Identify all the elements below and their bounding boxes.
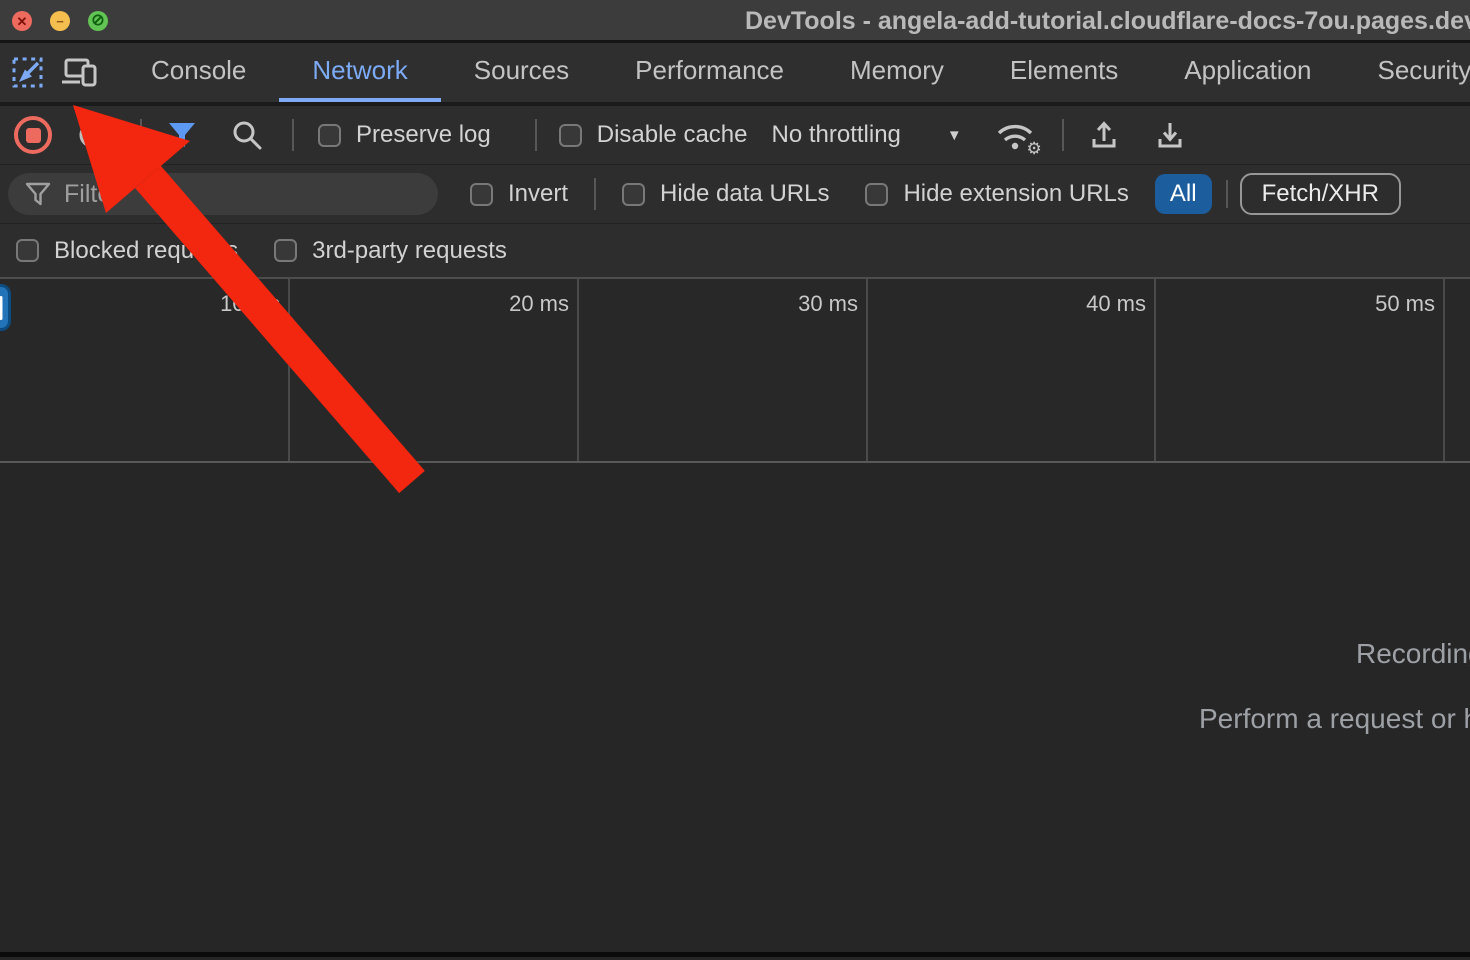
hide-extension-urls-label[interactable]: Hide extension URLs — [903, 180, 1128, 208]
blocked-requests-checkbox[interactable] — [16, 239, 39, 262]
inspect-element-button[interactable] — [10, 43, 46, 102]
tab-console[interactable]: Console — [118, 43, 279, 102]
blocked-requests-label[interactable]: Blocked requests — [54, 237, 238, 265]
timeline-gridline: 20 ms — [577, 279, 579, 461]
network-filter-bar: Invert Hide data URLs Hide extension URL… — [0, 165, 1470, 224]
toggle-device-toolbar-button[interactable] — [60, 43, 100, 102]
third-party-requests-checkbox[interactable] — [274, 239, 297, 262]
tab-security[interactable]: Security — [1345, 43, 1470, 102]
tab-network[interactable]: Network — [279, 43, 440, 102]
clear-icon — [78, 121, 106, 149]
network-conditions-button[interactable]: ⚙ — [994, 119, 1036, 151]
network-toolbar: Preserve log Disable cache No throttling… — [0, 106, 1470, 165]
filter-chip-all[interactable]: All — [1155, 174, 1212, 214]
disable-cache-checkbox[interactable] — [559, 124, 582, 147]
toolbar-separator — [535, 119, 537, 151]
zoom-window-button[interactable]: ⊘ — [88, 11, 108, 31]
toolbar-separator — [140, 119, 142, 151]
disable-cache-label[interactable]: Disable cache — [597, 121, 748, 149]
timeline-tick-label: 10 ms — [220, 291, 280, 317]
record-network-log-button[interactable] — [14, 116, 52, 154]
filter-funnel-outline-icon — [24, 180, 52, 208]
export-har-button[interactable] — [1154, 119, 1186, 151]
filter-funnel-icon — [167, 121, 197, 149]
toolbar-separator — [1062, 119, 1064, 151]
tab-performance[interactable]: Performance — [602, 43, 817, 102]
timeline-tick-label: 50 ms — [1375, 291, 1435, 317]
throttling-selected-value: No throttling — [771, 121, 900, 149]
blocked-requests-checkbox-group[interactable]: Blocked requests — [16, 237, 238, 265]
tab-elements[interactable]: Elements — [977, 43, 1151, 102]
close-window-button[interactable]: ✕ — [12, 11, 32, 31]
third-party-requests-checkbox-group[interactable]: 3rd-party requests — [274, 237, 507, 265]
window-bottom-edge — [0, 952, 1470, 957]
filter-toggle-button[interactable] — [167, 121, 197, 149]
timeline-tick-label: 30 ms — [798, 291, 858, 317]
filter-input[interactable] — [64, 180, 394, 209]
filter-chip-fetch-xhr[interactable]: Fetch/XHR — [1240, 173, 1401, 215]
hide-extension-urls-checkbox-group[interactable]: Hide extension URLs — [865, 180, 1128, 208]
timeline-tick-label: 40 ms — [1086, 291, 1146, 317]
timeline-gridline: 30 ms — [866, 279, 868, 461]
timeline-tick-label: 20 ms — [509, 291, 569, 317]
invert-checkbox[interactable] — [470, 183, 493, 206]
record-stop-icon — [26, 128, 41, 143]
dropdown-arrow-icon: ▼ — [947, 127, 962, 144]
window-controls: ✕ − ⊘ — [12, 11, 108, 31]
disable-cache-checkbox-group[interactable]: Disable cache — [559, 121, 748, 149]
hide-data-urls-checkbox-group[interactable]: Hide data URLs — [622, 180, 829, 208]
preserve-log-checkbox[interactable] — [318, 124, 341, 147]
perform-request-hint-text: Perform a request or hit ⌘ R to record t… — [1199, 702, 1470, 735]
titlebar: ✕ − ⊘ DevTools - angela-add-tutorial.clo… — [0, 0, 1470, 43]
toolbar-separator — [292, 119, 294, 151]
recording-hint-text: Recording network activity… — [1356, 638, 1470, 670]
upload-icon — [1088, 119, 1120, 151]
preserve-log-label[interactable]: Preserve log — [356, 121, 491, 149]
request-filters-row: Blocked requests 3rd-party requests — [0, 224, 1470, 277]
throttling-dropdown[interactable]: No throttling ▼ — [771, 121, 961, 149]
tab-sources[interactable]: Sources — [441, 43, 602, 102]
search-button[interactable] — [231, 119, 263, 151]
network-overview-timeline: 10 ms 20 ms 30 ms 40 ms 50 ms — [0, 277, 1470, 463]
tab-application[interactable]: Application — [1151, 43, 1344, 102]
timeline-gridline: 10 ms — [288, 279, 290, 461]
timeline-gridline: 50 ms — [1443, 279, 1445, 461]
window-title: DevTools - angela-add-tutorial.cloudflar… — [745, 0, 1470, 43]
filter-separator — [594, 178, 596, 210]
search-icon — [231, 119, 263, 151]
overview-window-resizer-handle[interactable] — [0, 284, 11, 331]
filter-input-container[interactable] — [8, 173, 438, 215]
inspect-cursor-icon — [10, 55, 46, 91]
download-icon — [1154, 119, 1186, 151]
devtools-tabbar: Console Network Sources Performance Memo… — [0, 43, 1470, 106]
requests-empty-area: Recording network activity… Perform a re… — [0, 463, 1470, 952]
minimize-window-button[interactable]: − — [50, 11, 70, 31]
tab-memory[interactable]: Memory — [817, 43, 977, 102]
panel-tabs: Console Network Sources Performance Memo… — [118, 43, 1470, 102]
gear-icon: ⚙ — [1027, 140, 1042, 157]
hide-extension-urls-checkbox[interactable] — [865, 183, 888, 206]
invert-checkbox-group[interactable]: Invert — [470, 180, 568, 208]
preserve-log-checkbox-group[interactable]: Preserve log — [318, 121, 491, 149]
import-har-button[interactable] — [1088, 119, 1120, 151]
device-toolbar-icon — [60, 56, 100, 90]
filter-separator — [1226, 180, 1228, 208]
hide-data-urls-label[interactable]: Hide data URLs — [660, 180, 829, 208]
invert-label[interactable]: Invert — [508, 180, 568, 208]
timeline-gridline: 40 ms — [1154, 279, 1156, 461]
third-party-requests-label[interactable]: 3rd-party requests — [312, 237, 507, 265]
clear-network-log-button[interactable] — [78, 121, 106, 149]
hide-data-urls-checkbox[interactable] — [622, 183, 645, 206]
